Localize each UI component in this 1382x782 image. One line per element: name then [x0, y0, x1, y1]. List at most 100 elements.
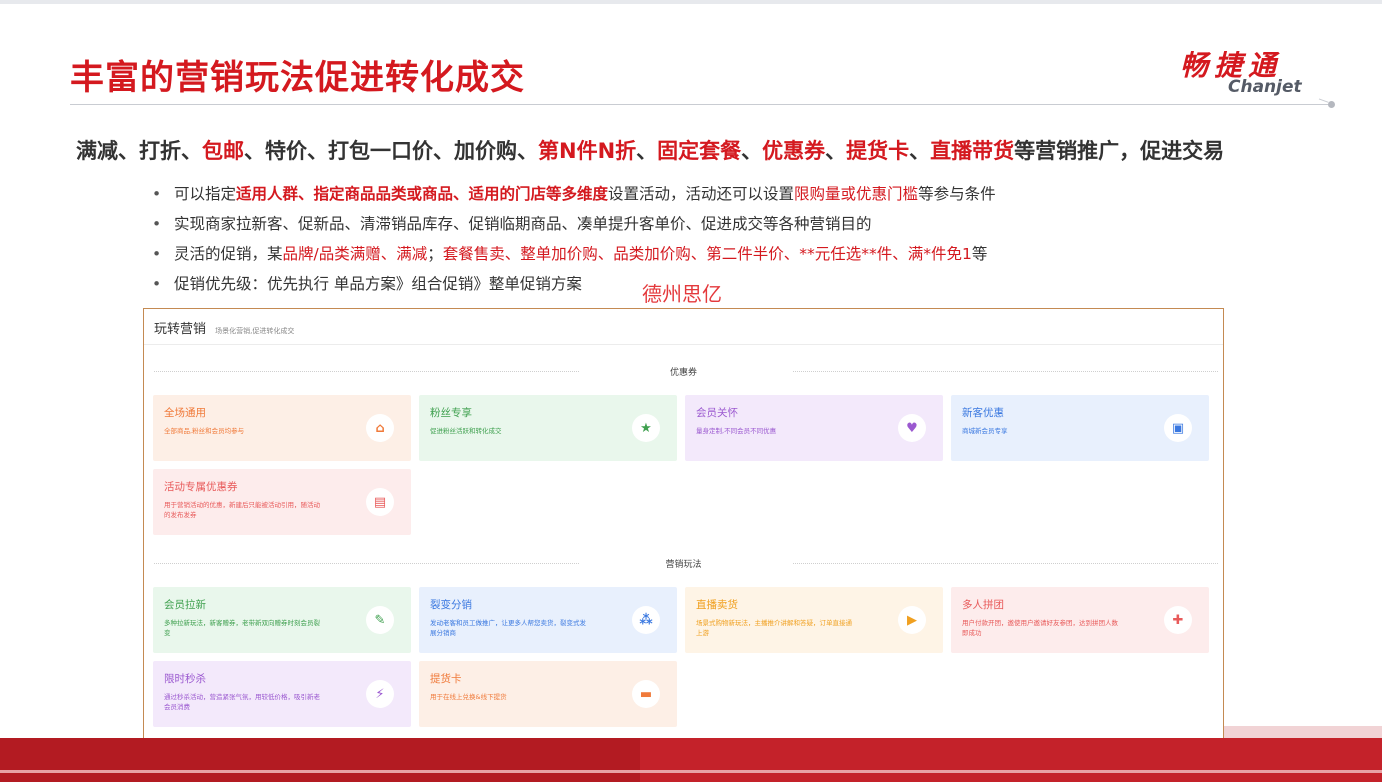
panel-title: 玩转营销: [154, 322, 207, 337]
marketing-card[interactable]: 粉丝专享促进粉丝活跃和转化成交 ★: [419, 395, 677, 461]
bullet-dot: •: [152, 215, 162, 233]
bullet-text: ；: [427, 245, 443, 263]
section-divider: [154, 563, 579, 564]
bullet-item: • 可以指定适用人群、指定商品品类或商品、适用的门店等多维度设置活动，活动还可以设…: [152, 182, 996, 212]
headline-segment: 提货卡: [846, 139, 910, 163]
headline-segment: 满减、打折、: [76, 139, 202, 163]
card-title: 会员关怀: [696, 407, 738, 419]
headline-segment: 、: [741, 139, 763, 163]
card-title: 提货卡: [430, 673, 462, 685]
chanjet-logo: 畅捷通 Chanjet: [1180, 44, 1320, 98]
card-title: 限时秒杀: [164, 673, 206, 685]
card-icon: ▬: [632, 680, 660, 708]
store-icon: ⌂: [366, 414, 394, 442]
marketing-card[interactable]: 新客优惠商城新会员专享 ▣: [951, 395, 1209, 461]
marketing-card[interactable]: 多人拼团用户付款开团，邀使用户邀请好友参团，达到拼团人数即成功 ✚: [951, 587, 1209, 653]
bullet-item: • 实现商家拉新客、促新品、清滞销品库存、促销临期商品、凑单提升客单价、促进成交等…: [152, 212, 996, 242]
card-description: 量身定制,不同会员不同优惠: [696, 427, 777, 435]
bullet-item: • 促销优先级：优先执行 单品方案》组合促销》整单促销方案: [152, 272, 996, 302]
bullet-list: • 可以指定适用人群、指定商品品类或商品、适用的门店等多维度设置活动，活动还可以设…: [152, 182, 996, 302]
bullet-text: 品牌/品类满赠、满减: [282, 245, 428, 263]
section-label: 优惠券: [144, 365, 1223, 378]
card-description: 发动老客和员工做推广，让更多人帮您卖货，裂变式发展分销商: [430, 619, 586, 637]
marketing-card[interactable]: 限时秒杀通过秒杀活动，营造紧张气氛，用较低价格，吸引新老会员消费 ⚡: [153, 661, 411, 727]
share-icon: ⁂: [632, 606, 660, 634]
card-title: 直播卖货: [696, 599, 738, 611]
bullet-text: 等参与条件: [918, 185, 996, 203]
bullet-dot: •: [152, 185, 162, 203]
headline-segment: 、: [636, 139, 658, 163]
bullet-text: 套餐售卖、整单加价购、品类加价购、第二件半价、**元任选**件、满*件免1: [442, 245, 972, 263]
slide-title: 丰富的营销玩法促进转化成交: [70, 58, 525, 98]
card-title: 裂变分销: [430, 599, 472, 611]
bullet-text: 实现商家拉新客、促新品、清滞销品库存、促销临期商品、凑单提升客单价、促进成交等各…: [174, 215, 872, 233]
star-icon: ★: [632, 414, 660, 442]
card-description: 用户付款开团，邀使用户邀请好友参团，达到拼团人数即成功: [962, 619, 1118, 637]
card-description: 通过秒杀活动，营造紧张气氛，用较低价格，吸引新老会员消费: [164, 693, 320, 711]
headline-segment: 第N件N折: [538, 139, 637, 163]
card-description: 用于营销活动的优惠，新建后只能被活动引用，随活动的发布发券: [164, 501, 320, 519]
headline-segment: 等营销推广，促进交易: [1014, 139, 1225, 163]
section-label-text: 营销玩法: [665, 560, 702, 570]
card-description: 商城新会员专享: [962, 427, 1008, 435]
card-description: 促进粉丝活跃和转化成交: [430, 427, 502, 435]
bullet-dot: •: [152, 245, 162, 263]
coupon-icon: ▤: [366, 488, 394, 516]
card-title: 新客优惠: [962, 407, 1004, 419]
bullet-text: 可以指定: [174, 185, 237, 203]
section-divider: [793, 563, 1218, 564]
headline-segment: 直播带货: [930, 139, 1015, 163]
footer-band-dark: [0, 738, 640, 782]
bullet-item: • 灵活的促销，某品牌/品类满赠、满减；套餐售卖、整单加价购、品类加价购、第二件半…: [152, 242, 996, 272]
headline-segment: 、特价、打包一口价、加价购、: [244, 139, 538, 163]
headline-segment: 、: [909, 139, 931, 163]
marketing-card[interactable]: 活动专属优惠券用于营销活动的优惠，新建后只能被活动引用，随活动的发布发券 ▤: [153, 469, 411, 535]
headline-segment: 优惠券: [762, 139, 826, 163]
group-icon: ✚: [1164, 606, 1192, 634]
title-divider-dot: [1328, 101, 1335, 108]
headline-segment: 、: [825, 139, 847, 163]
bullet-text: 灵活的促销，某: [174, 245, 283, 263]
headline-segment: 固定套餐: [657, 139, 742, 163]
bullet-text: 限购量或优惠门槛: [794, 185, 919, 203]
logo-english-text: Chanjet: [1228, 77, 1302, 97]
section-label: 营销玩法: [144, 557, 1223, 570]
title-divider-hook: [1317, 98, 1329, 107]
bullet-text: 促销优先级：优先执行 单品方案》组合促销》整单促销方案: [174, 275, 582, 293]
section-divider: [154, 371, 579, 372]
bullet-text: 等: [971, 245, 988, 263]
headline-segment: 包邮: [202, 139, 244, 163]
panel-header: 玩转营销 场景化营销,促进转化成交: [144, 309, 1223, 345]
bullet-text: 设置活动，活动还可以设置: [608, 185, 795, 203]
watermark: 德州思亿: [642, 282, 722, 306]
card-title: 多人拼团: [962, 599, 1004, 611]
marketing-card[interactable]: 会员关怀量身定制,不同会员不同优惠 ♥: [685, 395, 943, 461]
footer-stripe: [0, 770, 1382, 773]
ticket-icon: ▣: [1164, 414, 1192, 442]
card-title: 全场通用: [164, 407, 206, 419]
marketing-card[interactable]: 裂变分销发动老客和员工做推广，让更多人帮您卖货，裂变式发展分销商 ⁂: [419, 587, 677, 653]
marketing-card[interactable]: 会员拉新多种拉新玩法，新客赠券，老带新双向赠券时刻会员裂变 ✎: [153, 587, 411, 653]
member-icon: ♥: [898, 414, 926, 442]
marketing-card[interactable]: 提货卡用于在线上兑换&线下提货 ▬: [419, 661, 677, 727]
marketing-card[interactable]: 全场通用全部商品,粉丝和会员均参与 ⌂: [153, 395, 411, 461]
flash-icon: ⚡: [366, 680, 394, 708]
card-title: 会员拉新: [164, 599, 206, 611]
top-border: [0, 0, 1382, 4]
marketing-panel-screenshot: 玩转营销 场景化营销,促进转化成交 优惠券全场通用全部商品,粉丝和会员均参与 ⌂ 粉…: [143, 308, 1224, 740]
card-title: 活动专属优惠券: [164, 481, 238, 493]
live-icon: ▶: [898, 606, 926, 634]
panel-subtitle: 场景化营销,促进转化成交: [215, 327, 295, 335]
section-label-text: 优惠券: [669, 368, 697, 378]
bullet-text: 适用人群、指定商品品类或商品、适用的门店等多维度: [236, 185, 609, 203]
title-divider: [70, 104, 1332, 105]
marketing-card[interactable]: 直播卖货 场景式购物新玩法，主播推介讲解和答疑，订单直接通上游 ▶: [685, 587, 943, 653]
section-divider: [793, 371, 1218, 372]
headline: 满减、打折、包邮、特价、打包一口价、加价购、第N件N折、固定套餐、优惠券、提货卡…: [76, 135, 1224, 165]
invite-icon: ✎: [366, 606, 394, 634]
card-title: 粉丝专享: [430, 407, 472, 419]
card-description: 用于在线上兑换&线下提货: [430, 693, 507, 701]
card-description: 多种拉新玩法，新客赠券，老带新双向赠券时刻会员裂变: [164, 619, 320, 637]
bullet-dot: •: [152, 275, 162, 293]
card-description: 全部商品,粉丝和会员均参与: [164, 427, 245, 435]
